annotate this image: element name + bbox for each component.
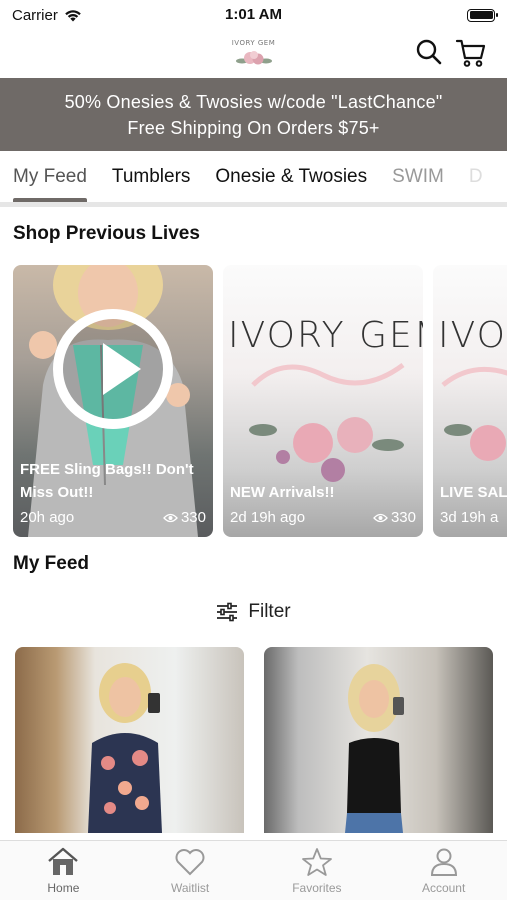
home-icon: [48, 847, 79, 875]
tab-swim[interactable]: SWIM: [392, 151, 444, 202]
tab-onesie-twosies[interactable]: Onesie & Twosies: [215, 151, 367, 202]
live-card[interactable]: IVORY GEM NEW Arrivals!! 2d 19h ago 330: [223, 265, 423, 537]
nav-home[interactable]: Home: [0, 841, 127, 900]
cart-icon[interactable]: [455, 38, 487, 68]
play-icon[interactable]: [53, 309, 173, 429]
tab-my-feed[interactable]: My Feed: [13, 151, 87, 202]
eye-icon: [373, 513, 388, 522]
person-icon: [430, 848, 457, 876]
feed-section-title: My Feed: [13, 553, 90, 574]
filter-label: Filter: [248, 601, 291, 622]
filter-button[interactable]: Filter: [0, 601, 507, 623]
promo-line-1: 50% Onesies & Twosies w/code "LastChance…: [64, 91, 443, 112]
live-time: 2d 19h ago: [230, 509, 306, 526]
nav-favorites-label: Favorites: [292, 881, 342, 895]
product-image: [345, 664, 404, 833]
live-time: 20h ago: [20, 509, 75, 526]
brand-logo[interactable]: IVORY GEM: [226, 34, 282, 74]
tab-tumblers[interactable]: Tumblers: [112, 151, 190, 202]
nav-account-label: Account: [421, 881, 466, 895]
live-title: FREE Sling Bags!! Don't Miss Out!!: [20, 461, 194, 501]
live-title: LIVE SALE NEW Arr: [440, 484, 507, 501]
product-card[interactable]: [15, 647, 244, 833]
app-header: IVORY GEM: [0, 30, 507, 78]
bottom-tab-bar: Home Waitlist Favorites Account: [0, 840, 507, 900]
flower-logo-icon: [235, 51, 272, 65]
product-grid: [0, 647, 507, 833]
live-views: 330: [180, 509, 206, 526]
nav-home-label: Home: [47, 881, 80, 895]
search-icon[interactable]: [415, 38, 443, 66]
promo-banner[interactable]: 50% Onesies & Twosies w/code "LastChance…: [0, 78, 507, 151]
promo-line-2: Free Shipping On Orders $75+: [127, 117, 380, 138]
live-card[interactable]: FREE Sling Bags!! Don't Miss Out!! 20h a…: [13, 265, 213, 537]
heart-icon: [175, 849, 205, 876]
battery-icon: [467, 8, 498, 22]
star-icon: [301, 848, 332, 876]
tab-partial[interactable]: D: [469, 151, 483, 202]
product-card[interactable]: [264, 647, 493, 833]
live-time: 3d 19h a: [440, 509, 499, 526]
lives-section-title: Shop Previous Lives: [13, 223, 200, 244]
product-image: [88, 663, 162, 833]
status-bar: Carrier 1:01 AM: [0, 0, 507, 30]
wifi-icon: [65, 9, 81, 21]
nav-waitlist-label: Waitlist: [171, 881, 210, 895]
carrier-label: Carrier: [12, 6, 58, 24]
nav-waitlist[interactable]: Waitlist: [127, 841, 254, 900]
live-card[interactable]: IVORY LIVE SALE NEW Arr 3d 19h a: [433, 265, 507, 537]
nav-account[interactable]: Account: [380, 841, 507, 900]
sliders-icon: [217, 602, 238, 622]
lives-carousel[interactable]: FREE Sling Bags!! Don't Miss Out!! 20h a…: [0, 265, 507, 537]
eye-icon: [163, 513, 178, 522]
live-views: 330: [390, 509, 416, 526]
nav-favorites[interactable]: Favorites: [254, 841, 381, 900]
logo-text: IVORY GEM: [231, 39, 276, 47]
category-tabs: My Feed Tumblers Onesie & Twosies SWIM D: [0, 151, 507, 207]
live-title: NEW Arrivals!!: [230, 484, 335, 501]
